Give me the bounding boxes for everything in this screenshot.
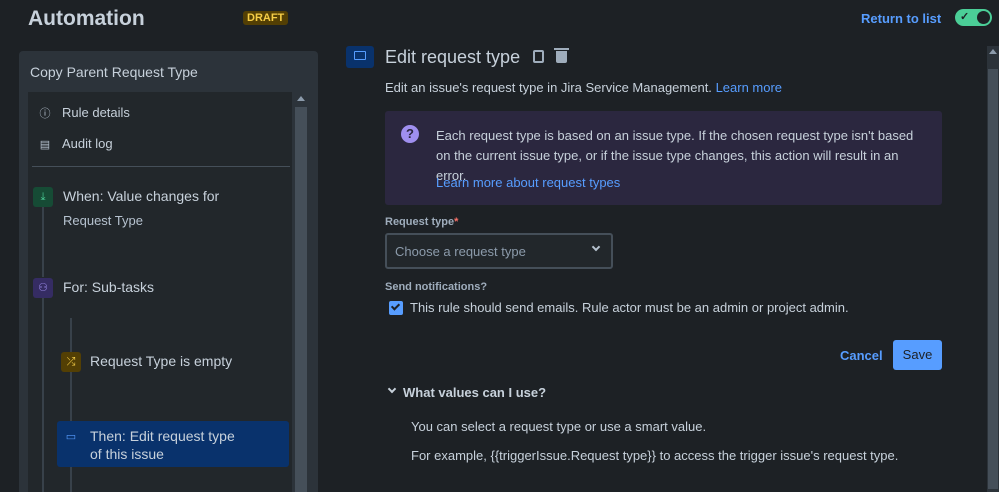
send-notifications-label: Send notifications? — [385, 281, 488, 293]
return-to-list-link[interactable]: Return to list — [861, 11, 941, 26]
check-icon — [390, 301, 401, 311]
rule-name: Copy Parent Request Type — [30, 64, 198, 80]
learn-more-link[interactable]: Learn more — [716, 80, 782, 95]
learn-more-request-types-link[interactable]: Learn more about request types — [436, 175, 620, 190]
condition-icon: ⤮ — [61, 352, 81, 372]
divider — [32, 166, 290, 167]
sidebar-scrollbar[interactable] — [293, 92, 309, 492]
trigger-icon: ⤓ — [33, 187, 53, 207]
edit-request-type-icon — [346, 46, 374, 68]
branch-icon: ⚇ — [33, 278, 53, 298]
sidebar-item-rule-details[interactable]: ⓘ Rule details — [38, 105, 130, 121]
scroll-up-arrow[interactable] — [297, 96, 305, 101]
info-panel: ? Each request type is based on an issue… — [385, 111, 942, 205]
request-type-select[interactable]: Choose a request type — [385, 233, 613, 269]
send-emails-checkbox-label[interactable]: This rule should send emails. Rule actor… — [410, 300, 849, 315]
rule-node-action: Then: Edit request type — [90, 428, 235, 444]
rule-node-condition[interactable]: Request Type is empty — [90, 353, 232, 369]
scroll-up-arrow[interactable] — [989, 49, 997, 54]
trash-icon[interactable] — [554, 48, 569, 63]
chevron-down-icon — [591, 242, 601, 252]
request-type-label: Request type* — [385, 216, 458, 228]
request-type-label-text: Request type — [385, 216, 455, 228]
sidebar-item-label: Rule details — [62, 105, 130, 120]
sidebar-item-label: Audit log — [62, 136, 113, 151]
rule-node-action-line2: of this issue — [90, 446, 164, 462]
question-icon: ? — [401, 125, 419, 143]
rule-node-trigger[interactable]: When: Value changes for — [63, 188, 219, 204]
rule-node-trigger-field: Request Type — [63, 213, 143, 228]
required-mark: * — [454, 216, 459, 228]
cancel-button[interactable]: Cancel — [840, 348, 883, 363]
scrollbar-thumb[interactable] — [295, 107, 307, 492]
automation-app: Automation DRAFT Return to list ✓ Copy P… — [0, 0, 999, 492]
component-description: Edit an issue's request type in Jira Ser… — [385, 80, 782, 95]
page-title: Automation — [28, 7, 145, 30]
expander-paragraph: You can select a request type or use a s… — [411, 419, 707, 434]
main-scrollbar[interactable] — [987, 46, 999, 492]
expander-paragraph: For example, {{triggerIssue.Request type… — [411, 448, 899, 463]
rule-enabled-toggle[interactable]: ✓ — [955, 9, 992, 26]
scrollbar-thumb[interactable] — [988, 69, 998, 489]
component-heading: Edit request type — [385, 47, 521, 67]
document-icon: ▤ — [39, 139, 51, 151]
chevron-down-icon[interactable] — [387, 384, 397, 394]
check-icon: ✓ — [960, 11, 970, 23]
copy-icon[interactable] — [533, 50, 544, 63]
send-emails-checkbox[interactable] — [389, 301, 403, 315]
save-button[interactable]: Save — [893, 340, 942, 370]
sidebar-item-audit-log[interactable]: ▤ Audit log — [38, 136, 113, 151]
tree-connector — [42, 207, 44, 277]
info-icon: ⓘ — [39, 108, 51, 120]
draft-badge: DRAFT — [243, 11, 289, 25]
request-type-placeholder: Choose a request type — [395, 244, 526, 259]
what-values-expander[interactable]: What values can I use? — [403, 385, 546, 400]
rule-node-branch[interactable]: For: Sub-tasks — [63, 279, 154, 295]
description-text: Edit an issue's request type in Jira Ser… — [385, 80, 712, 95]
toggle-knob — [977, 11, 990, 24]
tree-connector — [42, 297, 44, 492]
action-icon: ▭ — [61, 427, 81, 447]
